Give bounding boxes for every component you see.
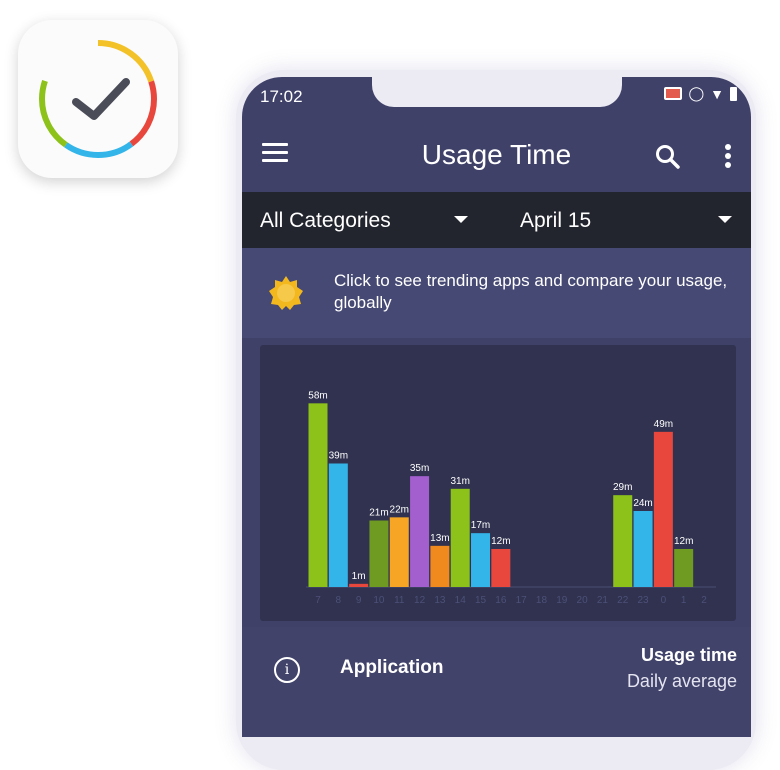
status-icons: ◯ ▼	[664, 85, 737, 102]
x-tick-label: 20	[577, 595, 589, 606]
date-dropdown[interactable]: April 15	[520, 209, 591, 233]
bar-value-label: 29m	[613, 482, 632, 493]
chart-bar[interactable]	[653, 431, 673, 587]
x-tick-label: 12	[414, 595, 426, 606]
app-bar: Usage Time	[242, 117, 751, 192]
trending-banner[interactable]: Click to see trending apps and compare y…	[242, 248, 751, 338]
banner-text: Click to see trending apps and compare y…	[334, 271, 728, 312]
category-dropdown[interactable]: All Categories	[260, 209, 391, 233]
chart-bar[interactable]	[450, 488, 470, 587]
bar-value-label: 12m	[491, 536, 510, 547]
bar-value-label: 13m	[430, 533, 449, 544]
chart-bar[interactable]	[430, 545, 450, 587]
x-tick-label: 1	[681, 595, 687, 606]
table-header: i Application Usage time Daily average	[242, 627, 751, 737]
bar-value-label: 17m	[471, 520, 490, 531]
x-tick-label: 17	[516, 595, 528, 606]
x-tick-label: 8	[336, 595, 342, 606]
cast-icon	[664, 87, 683, 100]
wifi-icon: ▼	[710, 85, 724, 102]
column-application[interactable]: Application	[340, 657, 443, 679]
bar-value-label: 1m	[352, 571, 366, 582]
x-tick-label: 0	[661, 595, 667, 606]
x-tick-label: 15	[475, 595, 487, 606]
vibrate-icon: ◯	[688, 85, 705, 101]
x-tick-label: 22	[617, 595, 629, 606]
bar-chart: 58m739m81m921m1022m1135m1213m1331m1417m1…	[306, 390, 716, 606]
bar-value-label: 49m	[654, 419, 673, 430]
chart-bar[interactable]	[633, 511, 653, 587]
chart-bar[interactable]	[674, 549, 694, 587]
chart-bar[interactable]	[349, 583, 369, 587]
x-tick-label: 13	[434, 595, 446, 606]
x-tick-label: 14	[455, 595, 467, 606]
x-tick-label: 23	[637, 595, 649, 606]
x-tick-label: 10	[373, 595, 385, 606]
filter-bar: All Categories April 15	[242, 192, 751, 248]
x-tick-label: 18	[536, 595, 548, 606]
bar-value-label: 24m	[633, 498, 652, 509]
x-tick-label: 2	[701, 595, 707, 606]
more-vert-icon[interactable]	[722, 143, 734, 171]
chart-bar[interactable]	[410, 476, 430, 587]
clock-check-icon	[39, 40, 157, 158]
x-tick-label: 19	[556, 595, 568, 606]
new-badge-icon	[269, 276, 303, 310]
x-tick-label: 11	[394, 595, 405, 606]
chart-bar[interactable]	[328, 463, 348, 588]
chevron-down-icon[interactable]	[718, 216, 732, 223]
bar-value-label: 12m	[674, 536, 693, 547]
chart-bar[interactable]	[389, 517, 409, 587]
usage-chart: 58m 7 39m 8 1m 9 21m 10 22m 11 35m 12 13m 13 31m 14 17m 1…	[260, 345, 736, 621]
chart-bar[interactable]	[491, 549, 511, 587]
chevron-down-icon[interactable]	[454, 216, 468, 223]
app-icon	[18, 20, 178, 178]
bar-value-label: 35m	[410, 463, 429, 474]
phone-screen: 17:02 ◯ ▼ Usage Time All Categories Apri…	[242, 77, 751, 737]
x-tick-label: 7	[315, 595, 321, 606]
status-time: 17:02	[260, 87, 303, 106]
info-icon[interactable]: i	[274, 657, 300, 683]
column-usage-time[interactable]: Usage time	[641, 645, 737, 666]
bar-value-label: 22m	[390, 504, 409, 515]
chart-bar[interactable]	[369, 520, 389, 588]
chart-bar[interactable]	[471, 533, 491, 587]
column-daily-average[interactable]: Daily average	[627, 671, 737, 692]
chart-bar[interactable]	[613, 495, 633, 587]
bar-value-label: 39m	[329, 451, 348, 462]
chart-bar[interactable]	[308, 403, 328, 587]
battery-icon	[730, 86, 737, 101]
x-tick-label: 9	[356, 595, 362, 606]
x-tick-label: 16	[495, 595, 507, 606]
search-icon[interactable]	[654, 143, 682, 171]
bar-value-label: 58m	[308, 390, 327, 401]
x-tick-label: 21	[597, 595, 609, 606]
bar-value-label: 31m	[450, 476, 469, 487]
notch	[372, 77, 622, 107]
bar-value-label: 21m	[369, 508, 388, 519]
